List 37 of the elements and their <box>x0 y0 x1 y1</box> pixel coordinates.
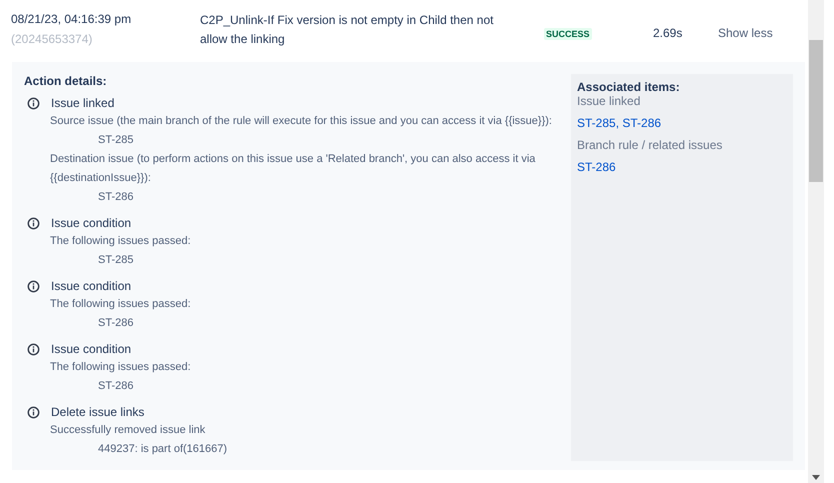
run-id: (20245653374) <box>11 32 94 46</box>
action-title: Issue condition <box>51 278 132 295</box>
scrollbar[interactable] <box>808 0 824 483</box>
action-title: Delete issue links <box>51 404 144 421</box>
action-title: Issue condition <box>51 341 132 358</box>
section-heading: Associated items: <box>577 80 680 94</box>
timestamp: 08/21/23, 04:16:39 pm <box>11 12 132 26</box>
issue-link[interactable]: ST-286 <box>577 160 616 174</box>
rule-name: C2P_Unlink-If Fix version is not empty in Child then not allow the linking <box>200 12 494 48</box>
issue-key: ST-286 <box>24 314 561 333</box>
info-icon <box>27 342 40 356</box>
info-icon <box>27 280 40 292</box>
info-icon <box>27 96 40 110</box>
action-description: Destination issue (to perform actions on this issue use a 'Related branch', you can also access it via {{destinationIssue}}): <box>49 152 536 186</box>
issue-key: ST-286 <box>24 377 561 396</box>
action-title: Issue condition <box>51 215 132 232</box>
action-description: Source issue (the main branch of the rule will execute for this issue and you can access it via {{issue}}): <box>49 114 553 129</box>
duration: 2.69s <box>653 25 684 40</box>
group-label: Branch rule / related issues <box>577 138 722 152</box>
action-title: Issue linked <box>51 95 114 112</box>
action-description: Successfully removed issue link <box>49 423 206 438</box>
info-icon <box>27 406 40 418</box>
info-icon <box>27 216 40 230</box>
action-description: The following issues passed: <box>49 360 192 375</box>
scrollbar-thumb[interactable] <box>809 40 823 182</box>
issue-key: ST-286 <box>24 188 561 207</box>
action-description: The following issues passed: <box>49 234 192 249</box>
group-label: Issue linked <box>577 94 640 108</box>
issue-link[interactable]: ST-285, ST-286 <box>577 116 662 130</box>
scroll-down-icon[interactable] <box>812 475 820 480</box>
status-badge: SUCCESS <box>544 28 592 40</box>
issue-key: 449237: is part of(161667) <box>24 440 561 459</box>
show-less-link[interactable]: Show less <box>718 12 773 40</box>
issue-key: ST-285 <box>24 251 561 270</box>
issue-key: ST-285 <box>24 131 561 150</box>
section-heading: Action details: <box>24 74 108 88</box>
action-description: The following issues passed: <box>49 297 192 312</box>
